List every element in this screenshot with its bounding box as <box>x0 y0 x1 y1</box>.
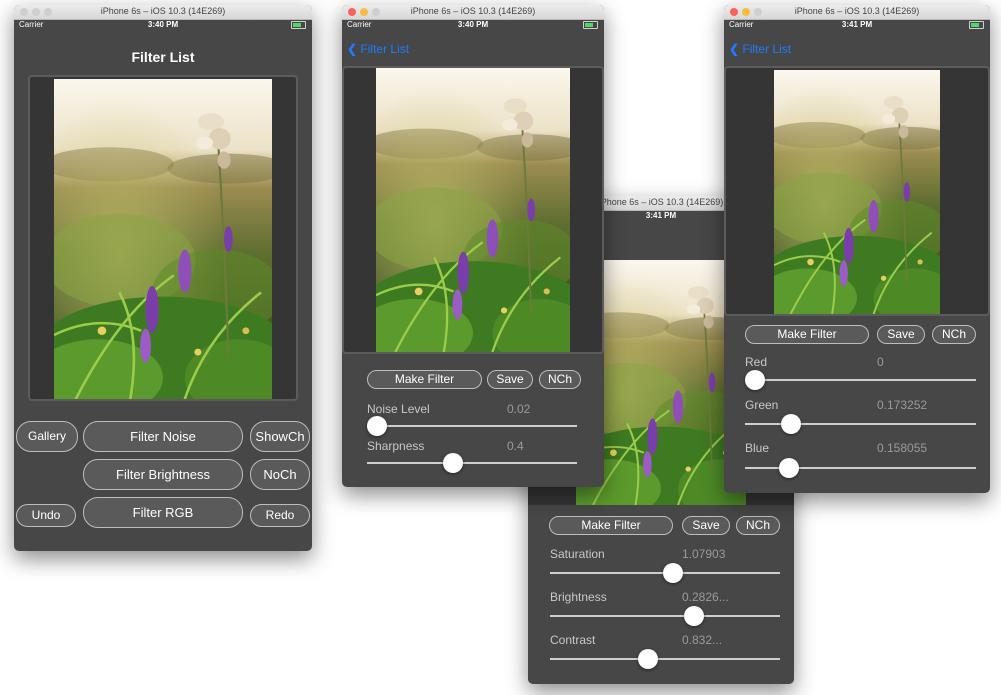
slider-value: 0.158055 <box>877 441 928 455</box>
battery-icon <box>583 21 598 29</box>
slider-value: 1.07903 <box>682 547 726 561</box>
slider-label: Sharpness <box>367 439 425 453</box>
slider-label: Saturation <box>550 547 605 561</box>
status-time: 3:40 PM <box>457 20 489 29</box>
saturation-slider-thumb[interactable] <box>663 563 684 583</box>
green-slider-thumb[interactable] <box>780 414 801 434</box>
window-titlebar: iPhone 6s – iOS 10.3 (14E269) <box>14 5 312 20</box>
nch-button[interactable]: NCh <box>736 516 780 535</box>
status-bar: Carrier 3:41 PM <box>724 19 990 31</box>
gallery-button[interactable]: Gallery <box>16 421 78 452</box>
simulator-window-filter-list: iPhone 6s – iOS 10.3 (14E269) Carrier 3:… <box>14 5 312 551</box>
chevron-left-icon: ❮ <box>347 42 358 56</box>
undo-button[interactable]: Undo <box>16 504 76 527</box>
save-button[interactable]: Save <box>487 370 533 389</box>
slider-track[interactable] <box>367 462 577 464</box>
blue-slider-thumb[interactable] <box>778 458 799 478</box>
image-frame <box>28 75 298 401</box>
slider-track[interactable] <box>745 379 976 381</box>
filter-brightness-button[interactable]: Filter Brightness <box>83 459 243 490</box>
nch-button[interactable]: NCh <box>932 325 976 344</box>
contrast-slider-thumb[interactable] <box>638 649 659 669</box>
image-frame <box>724 66 990 316</box>
slider-label: Brightness <box>550 590 607 604</box>
window-titlebar: iPhone 6s – iOS 10.3 (14E269) <box>342 5 604 20</box>
flower-photo <box>376 68 570 352</box>
simulator-window-rgb-controls: iPhone 6s – iOS 10.3 (14E269) Carrier 3:… <box>724 5 990 493</box>
slider-track[interactable] <box>367 425 577 427</box>
make-filter-button[interactable]: Make Filter <box>367 370 482 389</box>
red-slider-thumb[interactable] <box>745 370 765 390</box>
flower-photo <box>774 70 940 314</box>
sharpness-slider-thumb[interactable] <box>443 453 463 473</box>
battery-icon <box>291 21 306 29</box>
back-button[interactable]: ❮ Filter List <box>347 42 409 56</box>
noise-level-slider-thumb[interactable] <box>367 416 387 436</box>
slider-value: 0.2826... <box>682 590 729 604</box>
slider-label: Noise Level <box>367 402 430 416</box>
battery-icon <box>969 21 984 29</box>
slider-track[interactable] <box>745 423 976 425</box>
brightness-slider-thumb[interactable] <box>684 606 705 626</box>
filter-noise-button[interactable]: Filter Noise <box>83 421 243 452</box>
filter-rgb-button[interactable]: Filter RGB <box>83 497 243 528</box>
slider-value: 0.173252 <box>877 398 928 412</box>
window-title: iPhone 6s – iOS 10.3 (14E269) <box>410 6 536 16</box>
save-button[interactable]: Save <box>682 516 730 535</box>
save-button[interactable]: Save <box>877 325 925 344</box>
back-label: Filter List <box>742 42 792 56</box>
flower-photo <box>54 79 272 399</box>
redo-button[interactable]: Redo <box>250 504 310 527</box>
status-bar: Carrier 3:40 PM <box>14 19 312 31</box>
chevron-left-icon: ❮ <box>729 42 740 56</box>
window-titlebar: iPhone 6s – iOS 10.3 (14E269) <box>724 5 990 20</box>
window-title: iPhone 6s – iOS 10.3 (14E269) <box>794 6 920 16</box>
show-ch-button[interactable]: ShowCh <box>250 421 310 452</box>
slider-value: 0 <box>877 355 884 369</box>
make-filter-button[interactable]: Make Filter <box>549 516 673 535</box>
slider-value: 0.832... <box>682 633 723 647</box>
image-frame <box>342 66 604 354</box>
nav-title: Filter List <box>131 49 195 65</box>
slider-track[interactable] <box>550 615 780 617</box>
make-filter-button[interactable]: Make Filter <box>745 325 869 344</box>
slider-label: Contrast <box>550 633 596 647</box>
slider-track[interactable] <box>550 658 780 660</box>
simulator-window-noise-controls: iPhone 6s – iOS 10.3 (14E269) Carrier 3:… <box>342 5 604 487</box>
status-time: 3:40 PM <box>147 20 179 29</box>
status-time: 3:41 PM <box>841 20 873 29</box>
back-button[interactable]: ❮ Filter List <box>729 42 791 56</box>
nch-button[interactable]: NCh <box>539 370 581 389</box>
slider-label: Blue <box>745 441 770 455</box>
status-bar: Carrier 3:40 PM <box>342 19 604 31</box>
slider-value: 0.4 <box>507 439 524 453</box>
slider-label: Red <box>745 355 768 369</box>
no-ch-button[interactable]: NoCh <box>250 459 310 490</box>
back-label: Filter List <box>360 42 410 56</box>
slider-label: Green <box>745 398 779 412</box>
slider-value: 0.02 <box>507 402 531 416</box>
window-title: iPhone 6s – iOS 10.3 (14E269) <box>100 6 226 16</box>
